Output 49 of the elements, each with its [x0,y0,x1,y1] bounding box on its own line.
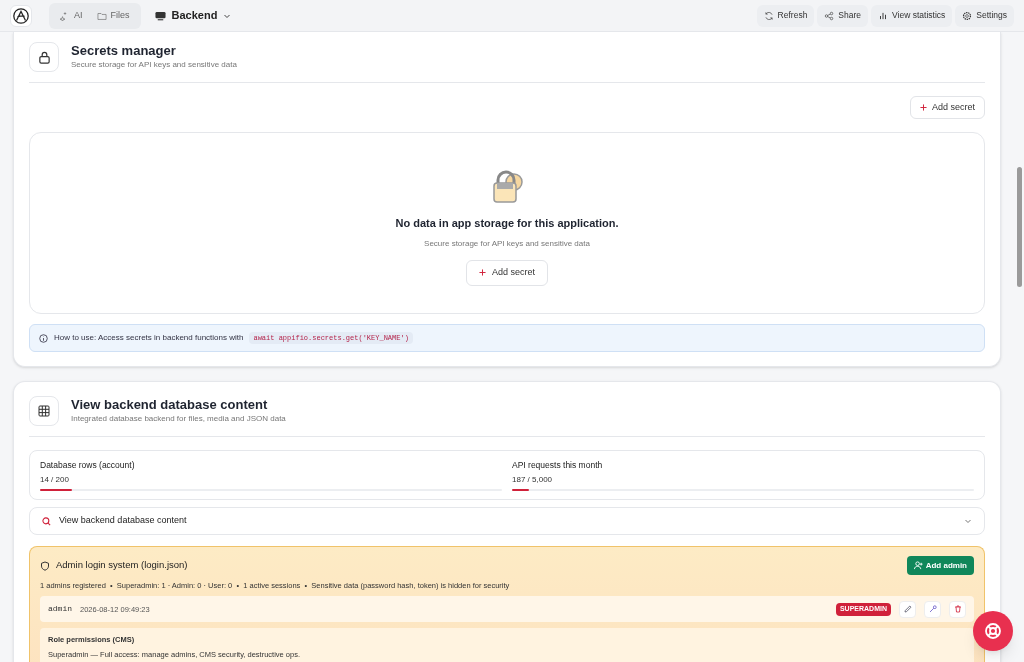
meter-reading: 14 / 200 [40,473,70,486]
toolbar-button[interactable]: Refresh [756,4,815,27]
admin-username: admin [48,603,72,616]
meter-label: Database rows (account) [40,459,136,472]
empty-state-subtitle: Secure storage for API keys and sensitive data [424,237,590,250]
shield-icon [40,560,50,571]
toolbar-button[interactable]: Share [817,4,869,27]
settings-icon [962,10,973,21]
plus-icon [919,104,927,111]
scrollbar-thumb[interactable] [1017,167,1022,287]
empty-state-title: No data in app storage for this application. [395,216,619,231]
tab[interactable]: Files [91,5,135,26]
lock-icon [29,42,59,72]
chevron-icon [964,517,972,525]
toolbar-button[interactable]: Settings [955,4,1014,27]
database-browser-toggle[interactable]: View backend database content [29,507,985,535]
info-text: How to use: Access secrets in backend functions with [54,332,244,344]
refresh-icon [763,10,774,21]
tab[interactable]: AI [55,5,88,26]
app-logo[interactable] [10,4,32,27]
monitor-icon [154,10,166,21]
add-secret-button[interactable]: Add secret [909,96,985,119]
toolbar-button[interactable]: View statistics [871,4,953,27]
search-icon [42,516,51,526]
key-icon [928,605,937,614]
add-user-icon [913,561,923,570]
card-subtitle: Integrated database backend for files, media and JSON data [71,413,286,425]
pencil-icon [903,605,912,614]
project-dropdown[interactable]: Backend [154,7,232,24]
grid-icon [29,396,59,426]
delete-button[interactable] [949,600,966,618]
card-title: View backend database content [71,397,269,413]
card-title: Secrets manager [71,43,177,59]
lifebuoy-icon [984,622,1002,640]
trash-icon [953,605,962,614]
key-button[interactable] [924,600,941,618]
admin-panel-title: Admin login system (login.json) [56,558,188,573]
info-icon [39,333,48,343]
meter-label: API requests this month [512,459,604,472]
folder-icon [96,10,107,21]
card-subtitle: Secure storage for API keys and sensitive data [71,59,237,71]
add-admin-button[interactable]: Add admin [906,556,974,575]
plus-icon [479,269,486,276]
bar-chart-icon [878,10,889,21]
edit-button[interactable] [899,600,916,618]
meter-reading: 187 / 5,000 [512,473,554,486]
add-secret-button[interactable]: Add secret [466,259,548,286]
share-icon [824,10,835,21]
help-button[interactable] [973,611,1013,651]
